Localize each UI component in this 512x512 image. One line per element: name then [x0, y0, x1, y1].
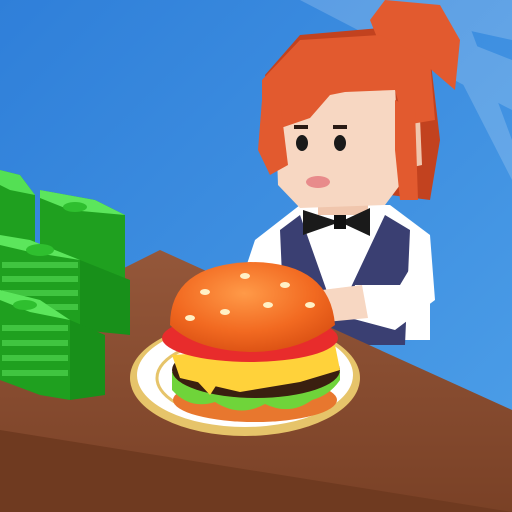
waitress-eyebrow-right: [333, 125, 347, 129]
burger-icon: [162, 262, 340, 422]
waitress-eyebrow-left: [294, 125, 308, 129]
waitress-eye-left: [296, 135, 308, 151]
scene-canvas: [0, 0, 512, 512]
waitress-eye-right: [334, 135, 346, 151]
game-scene: [0, 0, 512, 512]
waitress-mouth: [306, 176, 330, 188]
